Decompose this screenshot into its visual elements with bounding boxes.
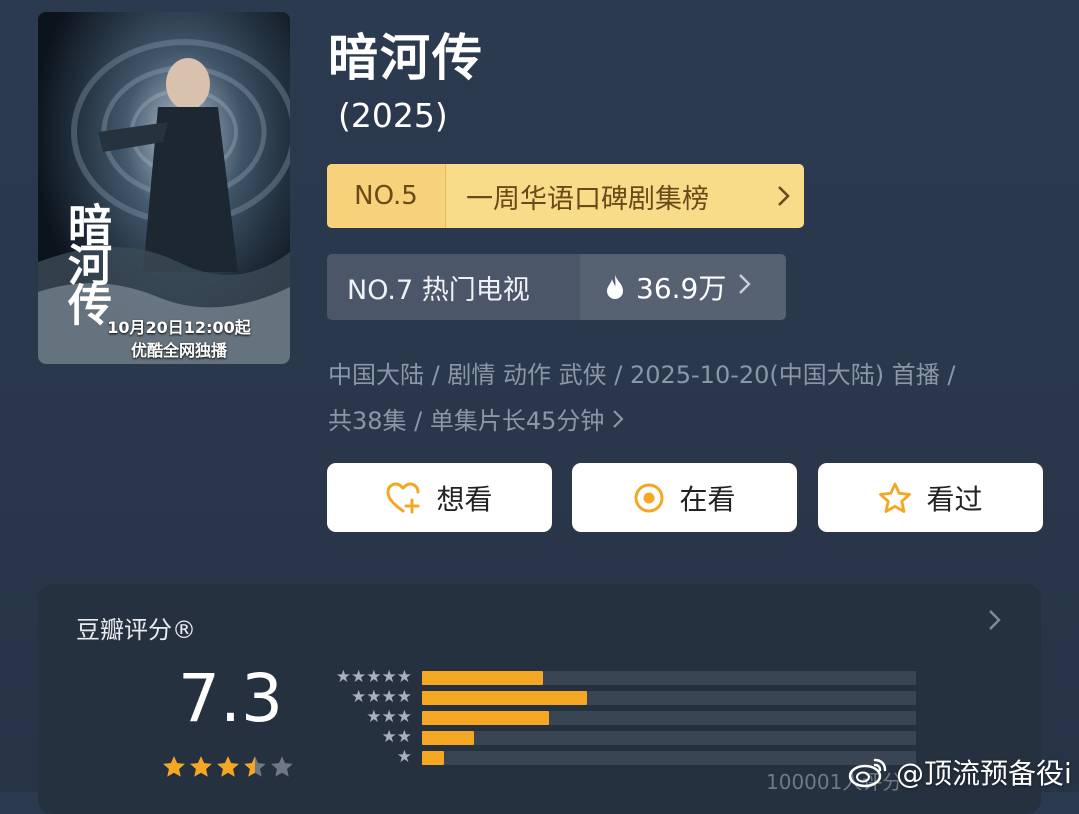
small-star-icon: ★ [381, 727, 397, 747]
watermark-text: @顶流预备役i [896, 757, 1072, 790]
rating-label: 豆瓣评分® [76, 616, 196, 644]
small-star-icon: ★ [366, 667, 382, 687]
watching-button[interactable]: 在看 [572, 463, 797, 532]
poster-caption-platform: 优酷全网独播 [130, 341, 227, 360]
distribution-row: ★ ★ ★ [320, 708, 916, 726]
rating-score: 7.3 [178, 660, 283, 737]
heat-number: 36.9万 [636, 272, 727, 305]
chevron-right-icon [738, 272, 752, 302]
small-star-icon: ★ [366, 687, 382, 707]
hot-tv-rank-label: NO.7 热门电视 [327, 254, 580, 320]
rating-star-icon [190, 756, 212, 777]
weekly-rank-name: 一周华语口碑剧集榜 [466, 183, 709, 215]
distribution-row: ★ ★ ★ ★ [320, 688, 916, 706]
distribution-bar-fill [422, 671, 544, 685]
distribution-stars: ★ ★ ★ [320, 708, 412, 726]
want-label: 想看 [436, 482, 493, 516]
rating-star-icon [163, 756, 185, 777]
small-star-icon: ★ [396, 727, 412, 747]
distribution-bar-track [422, 731, 916, 745]
show-info[interactable]: 中国大陆 / 剧情 动作 武侠 / 2025-10-20(中国大陆) 首播 / … [328, 352, 1048, 444]
info-line-meta: 中国大陆 / 剧情 动作 武侠 / 2025-10-20(中国大陆) 首播 / [328, 361, 956, 389]
poster-title-calligraphy: 暗河传 [60, 202, 111, 322]
hot-tv-rank-badge[interactable]: NO.7 热门电视 36.9万 [327, 254, 786, 320]
want-to-watch-button[interactable]: 想看 [327, 463, 552, 532]
small-star-icon: ★ [351, 687, 367, 707]
fire-icon [607, 275, 623, 299]
poster-caption-date: 10月20日12:00起 [107, 318, 251, 337]
distribution-row: ★ ★ [320, 727, 916, 747]
small-star-icon: ★ [335, 667, 351, 687]
distribution-stars: ★ [320, 748, 412, 766]
show-title: 暗河传 [328, 29, 484, 87]
poster-caption: 10月20日12:00起 优酷全网独播 [38, 316, 290, 362]
distribution-bar-fill [422, 731, 474, 745]
distribution-bar-track [422, 671, 916, 685]
distribution-stars: ★ ★ ★ ★ [320, 688, 412, 706]
distribution-stars: ★ ★ ★ ★ ★ [320, 668, 412, 686]
show-year: (2025) [338, 96, 448, 135]
watermark: @顶流预备役i [848, 752, 1072, 792]
distribution-bar-track [422, 691, 916, 705]
star-outline-icon [879, 482, 912, 513]
info-line-episodes: 共38集 / 单集片长45分钟 [328, 398, 1048, 444]
rating-star-icon [244, 756, 266, 777]
distribution-row: ★ ★ ★ ★ ★ [320, 668, 916, 686]
distribution-bar-track [422, 751, 916, 765]
weekly-rank-number: NO.5 [327, 164, 446, 228]
rating-stars [162, 755, 294, 779]
poster-image[interactable]: 暗河传 10月20日12:00起 优酷全网独播 [38, 12, 290, 364]
distribution-bar-fill [422, 711, 550, 725]
small-star-icon: ★ [396, 687, 412, 707]
chevron-right-icon[interactable] [988, 608, 1002, 638]
small-star-icon: ★ [396, 667, 412, 687]
heat-value: 36.9万 [580, 254, 786, 320]
chevron-right-icon [612, 407, 624, 435]
weibo-logo-icon [848, 758, 887, 788]
heart-plus-icon [386, 481, 420, 513]
small-star-icon: ★ [351, 667, 367, 687]
distribution-bar-track [422, 711, 916, 725]
target-icon [634, 483, 664, 512]
small-star-icon: ★ [396, 707, 412, 727]
rating-star-icon [217, 756, 239, 777]
small-star-icon: ★ [381, 707, 397, 727]
small-star-icon: ★ [381, 667, 397, 687]
distribution-bar-fill [422, 691, 588, 705]
small-star-icon: ★ [366, 707, 382, 727]
rating-star-icon [271, 756, 293, 777]
small-star-icon: ★ [381, 687, 397, 707]
chevron-right-icon [764, 164, 804, 228]
weekly-rank-badge[interactable]: NO.5 一周华语口碑剧集榜 [327, 164, 804, 228]
distribution-row: ★ [320, 748, 916, 766]
watched-label: 看过 [926, 482, 983, 516]
small-star-icon: ★ [396, 747, 412, 767]
watching-label: 在看 [679, 482, 736, 516]
distribution-bar-fill [422, 751, 445, 765]
watched-button[interactable]: 看过 [818, 463, 1043, 532]
distribution-stars: ★ ★ [320, 727, 413, 747]
